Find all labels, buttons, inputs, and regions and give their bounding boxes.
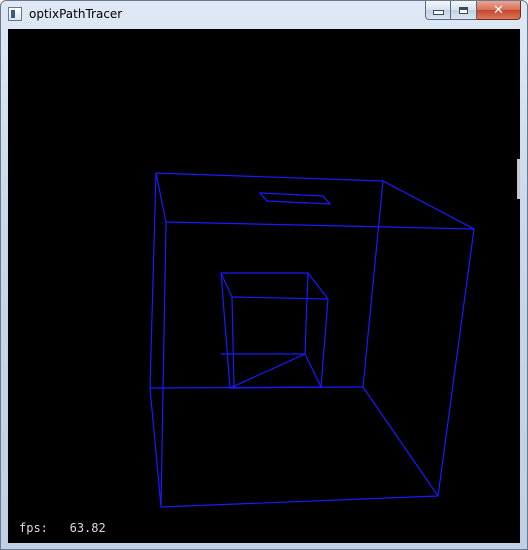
fps-value: 63.82 xyxy=(69,521,106,535)
box-floor-edge xyxy=(362,386,439,497)
window-title: optixPathTracer xyxy=(29,7,123,21)
maximize-icon xyxy=(459,6,468,14)
maximize-button[interactable] xyxy=(451,1,477,20)
inner-cube-top xyxy=(220,272,329,300)
render-viewport[interactable]: fps: 63.82 xyxy=(8,29,520,543)
fps-readout: fps: 63.82 xyxy=(19,521,106,535)
inner-cube-edge xyxy=(304,353,322,388)
app-window-icon[interactable] xyxy=(8,7,22,21)
close-button[interactable]: ✕ xyxy=(477,1,521,20)
ceiling-light xyxy=(258,192,332,205)
fps-label: fps: xyxy=(19,521,48,535)
box-edge xyxy=(155,172,167,223)
inner-cube-edge xyxy=(231,296,235,388)
minimize-button[interactable] xyxy=(425,1,451,20)
box-edge xyxy=(160,221,167,508)
viewport-edge-highlight xyxy=(517,159,520,199)
minimize-icon xyxy=(432,10,444,15)
box-back-wall xyxy=(165,221,475,230)
box-edge xyxy=(362,180,384,388)
caption-buttons: ✕ xyxy=(425,1,521,21)
close-icon: ✕ xyxy=(493,2,504,18)
wireframe-scene xyxy=(149,172,475,508)
cornell-box-wireframe xyxy=(149,172,475,508)
app-window: optixPathTracer ✕ fps: 63.82 xyxy=(0,0,528,550)
title-bar[interactable]: optixPathTracer ✕ xyxy=(1,1,527,29)
